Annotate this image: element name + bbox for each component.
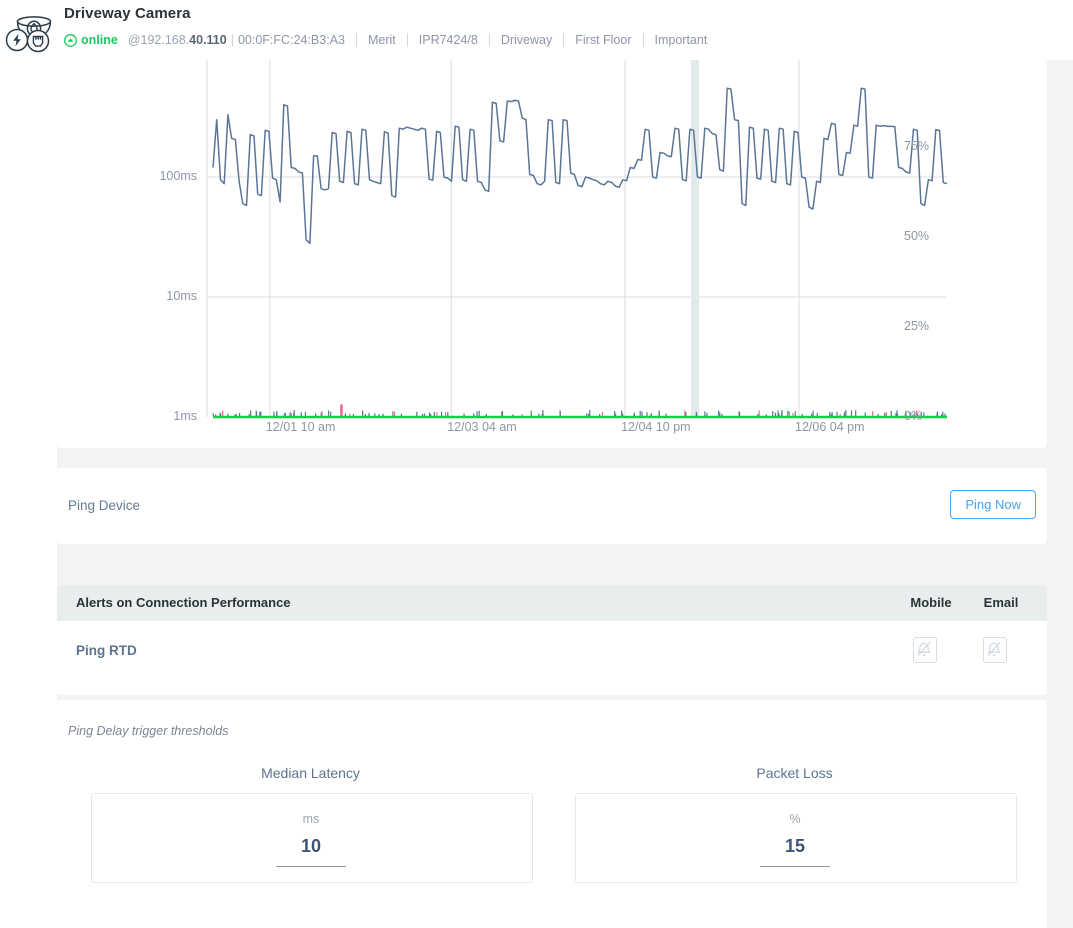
alerts-table-title: Alerts on Connection Performance bbox=[76, 595, 291, 610]
threshold-underline-median-latency bbox=[276, 866, 346, 867]
dome-camera-icon bbox=[5, 7, 61, 53]
threshold-title-median-latency: Median Latency bbox=[68, 765, 553, 781]
threshold-underline-packet-loss bbox=[760, 866, 830, 867]
device-ip-suffix: 40.110 bbox=[189, 33, 227, 47]
thresholds-caption: Ping Delay trigger thresholds bbox=[68, 724, 229, 738]
status-up-arrow-icon bbox=[64, 34, 77, 47]
y-axis-left-tick: 10ms bbox=[107, 289, 197, 303]
device-meta-row: online @192.168.40.110 | 00:0F:FC:24:B3:… bbox=[64, 31, 707, 49]
divider bbox=[563, 33, 564, 47]
divider bbox=[356, 33, 357, 47]
bell-muted-icon bbox=[914, 638, 934, 660]
chart-area[interactable]: 1000ms100ms10ms1ms100%75%50%25%0%12/01 1… bbox=[57, 0, 1047, 448]
device-ip-prefix: @192.168. bbox=[128, 33, 189, 47]
divider bbox=[407, 33, 408, 47]
ping-device-card: Ping Device Ping Now bbox=[57, 468, 1047, 544]
threshold-input-median-latency[interactable]: 10 bbox=[91, 836, 531, 857]
tag-model[interactable]: IPR7424/8 bbox=[419, 33, 478, 47]
x-axis-tick: 12/01 10 am bbox=[266, 420, 336, 434]
page-title: Driveway Camera bbox=[64, 5, 191, 22]
latency-packetloss-chart[interactable] bbox=[57, 0, 1047, 448]
tag-first-floor[interactable]: First Floor bbox=[575, 33, 631, 47]
thresholds-card: Ping Delay trigger thresholds Median Lat… bbox=[57, 700, 1047, 928]
bell-muted-icon-mobile[interactable] bbox=[913, 637, 937, 663]
status-badge: online bbox=[81, 33, 118, 47]
tag-driveway[interactable]: Driveway bbox=[501, 33, 552, 47]
column-header-mobile: Mobile bbox=[900, 595, 962, 610]
alerts-card: Alerts on Connection Performance Mobile … bbox=[57, 585, 1047, 695]
y-axis-right-tick: 0% bbox=[904, 409, 984, 423]
y-axis-right-tick: 25% bbox=[904, 319, 984, 333]
device-mac: 00:0F:FC:24:B3:A3 bbox=[238, 33, 345, 47]
ping-device-label: Ping Device bbox=[68, 498, 140, 513]
connection-performance-chart-card: 1000ms100ms10ms1ms100%75%50%25%0%12/01 1… bbox=[57, 0, 1047, 448]
x-axis-tick: 12/03 04 am bbox=[447, 420, 517, 434]
ping-now-button[interactable]: Ping Now bbox=[950, 490, 1036, 519]
threshold-title-packet-loss: Packet Loss bbox=[552, 765, 1037, 781]
page-root: 1000ms100ms10ms1ms100%75%50%25%0%12/01 1… bbox=[0, 0, 1073, 928]
y-axis-left-tick: 100ms bbox=[107, 169, 197, 183]
bell-muted-icon-email[interactable] bbox=[983, 637, 1007, 663]
x-axis-tick: 12/06 04 pm bbox=[795, 420, 865, 434]
alert-name-ping-rtd[interactable]: Ping RTD bbox=[76, 643, 137, 658]
bell-muted-icon bbox=[984, 638, 1004, 660]
tag-merit[interactable]: Merit bbox=[368, 33, 396, 47]
tag-important[interactable]: Important bbox=[655, 33, 708, 47]
alerts-table-header: Alerts on Connection Performance Mobile … bbox=[57, 585, 1047, 621]
y-axis-right-tick: 50% bbox=[904, 229, 984, 243]
x-axis-tick: 12/04 10 pm bbox=[621, 420, 691, 434]
device-header: Driveway Camera online @192.168.40.110 |… bbox=[0, 0, 1073, 60]
divider bbox=[489, 33, 490, 47]
threshold-unit-ms: ms bbox=[91, 812, 531, 826]
column-header-email: Email bbox=[970, 595, 1032, 610]
threshold-input-packet-loss[interactable]: 15 bbox=[575, 836, 1015, 857]
left-rail bbox=[0, 0, 57, 928]
threshold-unit-percent: % bbox=[575, 812, 1015, 826]
y-axis-right-tick: 75% bbox=[904, 139, 984, 153]
divider bbox=[643, 33, 644, 47]
meta-separator: | bbox=[231, 33, 234, 47]
y-axis-left-tick: 1ms bbox=[107, 409, 197, 423]
